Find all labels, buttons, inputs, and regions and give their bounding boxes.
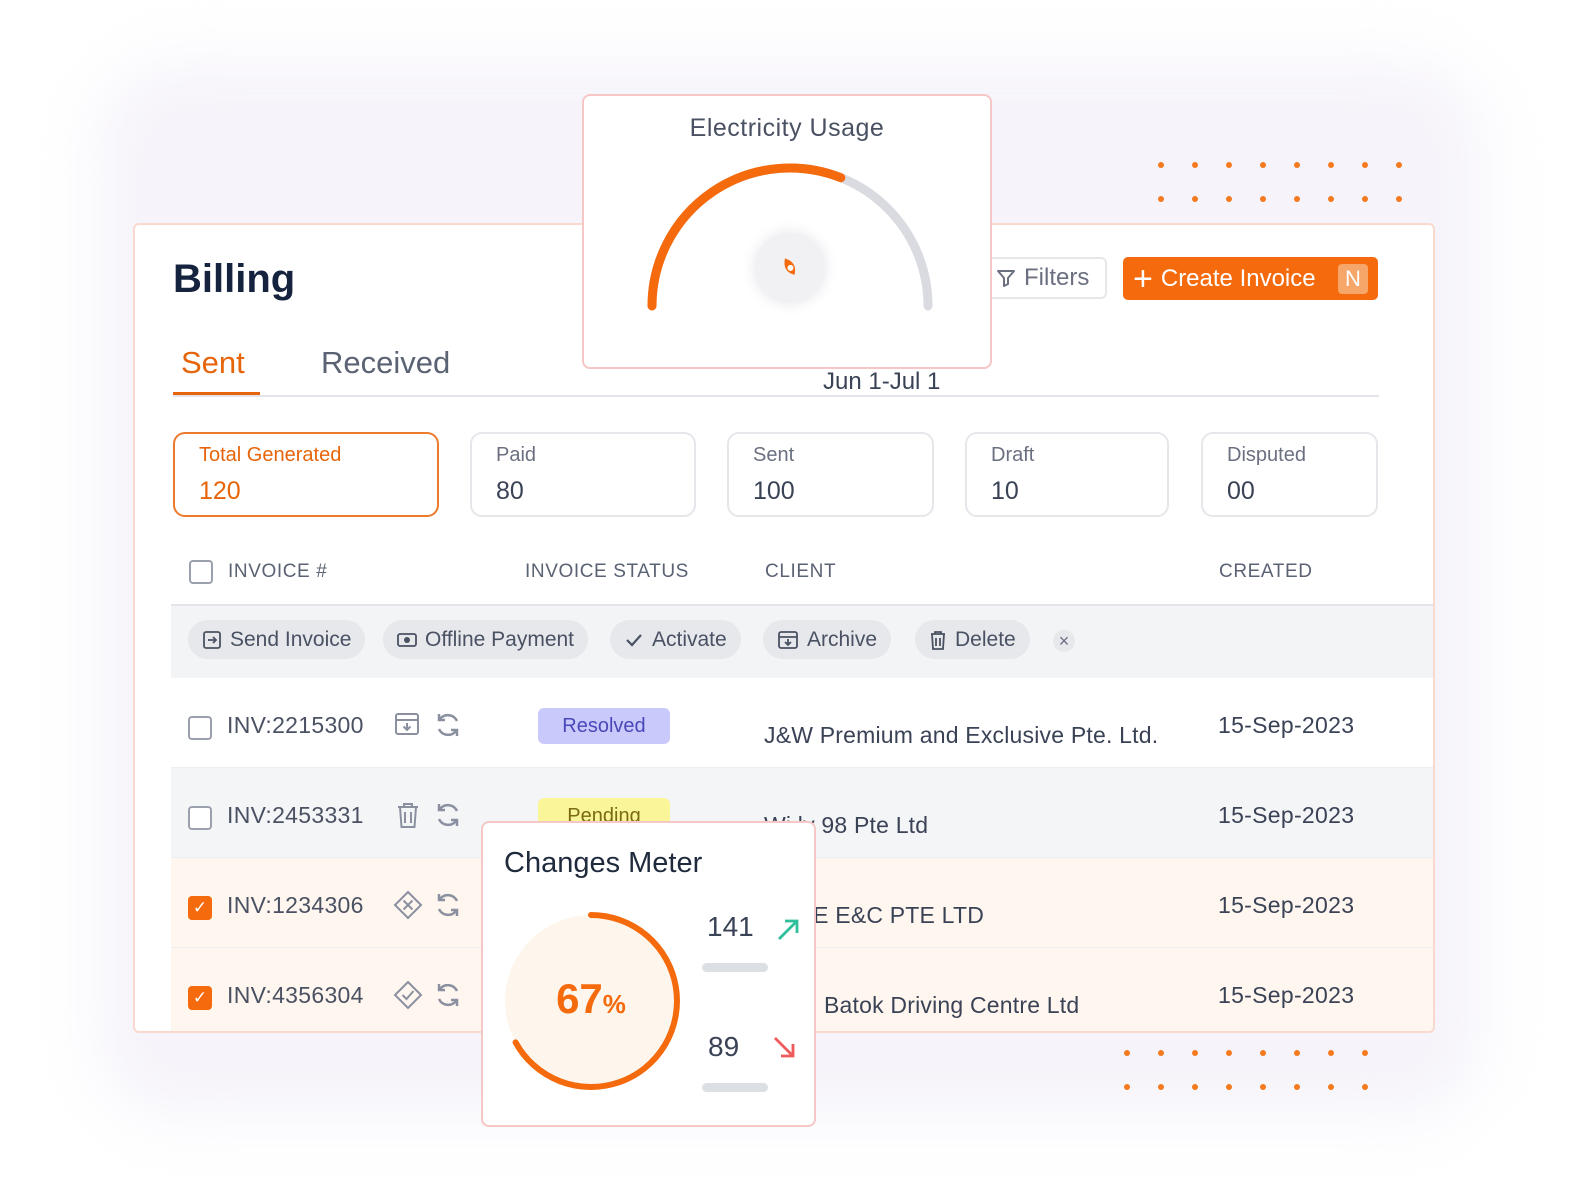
offline-payment-button[interactable]: Offline Payment [383,620,589,659]
create-invoice-label: Create Invoice [1160,264,1316,292]
bulk-action-bar: Send Invoice Offline Payment Activate Ar… [171,606,1433,678]
refresh-icon[interactable] [433,800,463,830]
diamond-cross-icon[interactable] [393,890,423,920]
invoice-number[interactable]: INV:4356304 [227,982,364,1009]
created-date: 15-Sep-2023 [1218,892,1355,918]
delete-button[interactable]: Delete [915,620,1030,659]
select-all-checkbox[interactable] [189,560,213,584]
stat-draft[interactable]: Draft 10 [965,432,1169,517]
header-created[interactable]: CREATED [1219,561,1313,583]
diamond-check-icon[interactable] [393,980,423,1010]
decorative-dots-bottom [1124,1050,1396,1118]
stat-value: 100 [753,477,795,505]
changes-meter-card: Changes Meter 67% 141 89 [481,821,816,1127]
close-icon[interactable]: × [1053,630,1075,652]
plus-icon: + [1133,259,1153,298]
stat-label: Total Generated [199,444,342,466]
row-checkbox[interactable] [188,806,212,830]
chip-label: Activate [652,627,727,651]
chip-label: Send Invoice [230,627,352,651]
stat-sent[interactable]: Sent 100 [727,432,934,517]
status-badge: Resolved [538,708,670,744]
chip-label: Archive [807,627,878,651]
trash-icon[interactable] [395,800,421,830]
arrow-up-right-icon [778,919,799,940]
client-name: J&W Premium and Exclusive Pte. Ltd. [764,722,1159,748]
refresh-icon[interactable] [433,890,463,920]
chip-label: Offline Payment [425,627,575,651]
stat-label: Paid [496,444,537,466]
invoice-number[interactable]: INV:2453331 [227,802,364,829]
filters-button[interactable]: Filters [984,257,1107,299]
stat-value: 120 [199,477,241,505]
shortcut-badge: N [1338,263,1368,294]
archive-button[interactable]: Archive [763,620,892,659]
filters-label: Filters [1024,264,1090,291]
date-range[interactable]: Jun 1-Jul 1 [823,368,940,396]
row-checkbox-checked[interactable]: ✓ [188,986,212,1010]
filter-icon [997,270,1015,287]
stat-paid[interactable]: Paid 80 [470,432,696,517]
archive-icon[interactable] [393,710,421,738]
header-status[interactable]: INVOICE STATUS [525,561,689,583]
tab-sent[interactable]: Sent [181,345,245,381]
trash-icon [931,630,945,650]
stat-disputed[interactable]: Disputed 00 [1201,432,1378,517]
decrease-value: 89 [708,1031,740,1062]
created-date: 15-Sep-2023 [1218,712,1355,738]
page-title: Billing [173,257,296,301]
stat-value: 10 [991,477,1019,505]
archive-icon [778,630,798,649]
increase-bar [702,963,768,972]
offline-payment-icon [397,632,417,647]
table-row[interactable]: INV:2215300 Resolved J&W Premium and Exc… [171,678,1433,768]
refresh-icon[interactable] [433,980,463,1010]
create-invoice-button[interactable]: + Create Invoice N [1123,257,1378,300]
send-invoice-icon [203,630,221,649]
check-icon [626,633,642,647]
created-date: 15-Sep-2023 [1218,802,1355,828]
electricity-usage-card: Electricity Usage [582,94,992,369]
activate-button[interactable]: Activate [610,620,741,659]
created-date: 15-Sep-2023 [1218,982,1355,1008]
tab-divider [173,395,1379,397]
tab-received[interactable]: Received [321,345,450,381]
stat-label: Disputed [1227,444,1306,466]
chip-label: Delete [955,627,1016,651]
decrease-bar [702,1083,768,1092]
refresh-icon[interactable] [433,710,463,740]
invoice-number[interactable]: INV:2215300 [227,712,364,739]
header-invoice[interactable]: INVOICE # [228,561,327,583]
percent-sign: % [602,989,626,1019]
client-name: Batok Driving Centre Ltd [824,992,1080,1018]
invoice-number[interactable]: INV:1234306 [227,892,364,919]
arrow-down-right-icon [774,1037,795,1058]
stat-label: Sent [753,444,795,466]
active-tab-indicator [173,392,260,395]
percent-value: 67 [556,975,603,1022]
stat-value: 00 [1227,477,1255,505]
send-invoice-button[interactable]: Send Invoice [188,620,366,659]
meter-percent: 67% [505,975,677,1023]
row-checkbox-checked[interactable]: ✓ [188,896,212,920]
stat-value: 80 [496,477,524,505]
header-client[interactable]: CLIENT [765,561,836,583]
stat-total-generated[interactable]: Total Generated 120 [173,432,439,517]
stat-label: Draft [991,444,1035,466]
decorative-dots-top [1158,162,1430,230]
increase-value: 141 [707,911,754,942]
row-checkbox[interactable] [188,716,212,740]
